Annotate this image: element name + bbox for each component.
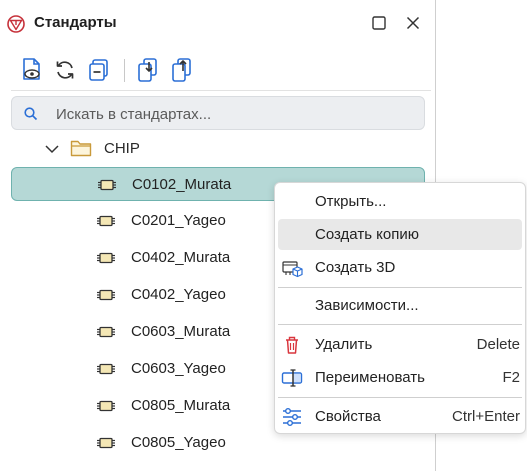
title-bar: Стандарты	[0, 0, 436, 46]
rename-icon	[281, 367, 303, 389]
menu-item-label: Зависимости...	[315, 297, 419, 314]
search-icon	[23, 106, 39, 127]
tree-item-label: C0805_Murata	[131, 397, 231, 414]
chevron-down-icon[interactable]	[44, 142, 60, 160]
menu-item-delete[interactable]: Удалить Delete	[278, 329, 522, 360]
app-logo-icon	[6, 14, 26, 34]
chip-icon	[96, 214, 116, 233]
collapse-all-icon	[89, 59, 108, 81]
properties-icon	[281, 406, 303, 428]
tree-item-label: C0402_Yageo	[131, 286, 226, 303]
close-button[interactable]	[402, 12, 424, 34]
toolbar-divider	[11, 90, 431, 91]
menu-item-rename[interactable]: Переименовать F2	[278, 362, 522, 393]
tree-item-label: C0603_Murata	[131, 323, 231, 340]
view-standard-button[interactable]	[19, 56, 45, 84]
tree-item-label: C0603_Yageo	[131, 360, 226, 377]
menu-item-shortcut: F2	[502, 369, 520, 386]
tree-item-label: C0402_Murata	[131, 249, 231, 266]
trash-icon	[281, 334, 303, 356]
chip-icon	[96, 288, 116, 307]
menu-item-properties[interactable]: Свойства Ctrl+Enter	[278, 401, 522, 432]
menu-separator	[278, 397, 522, 398]
folder-icon	[70, 139, 92, 162]
chip-icon	[96, 362, 116, 381]
maximize-icon	[372, 16, 386, 30]
maximize-button[interactable]	[368, 12, 390, 34]
panel-title: Стандарты	[34, 14, 117, 31]
collapse-all-button[interactable]	[86, 56, 112, 84]
menu-item-dependencies[interactable]: Зависимости...	[278, 290, 522, 321]
chip-icon	[96, 436, 116, 455]
chip-icon	[96, 399, 116, 418]
create-3d-icon	[281, 257, 303, 279]
tree-folder-chip[interactable]: CHIP	[0, 134, 436, 162]
menu-item-create-3d[interactable]: Создать 3D	[278, 252, 522, 283]
folder-label: CHIP	[104, 140, 140, 157]
chip-icon	[97, 178, 117, 197]
menu-item-label: Переименовать	[315, 369, 425, 386]
import-icon	[138, 58, 157, 82]
toolbar	[0, 56, 436, 86]
menu-item-label: Удалить	[315, 336, 373, 353]
search-input[interactable]	[54, 102, 418, 126]
chip-icon	[96, 325, 116, 344]
export-icon	[172, 58, 191, 82]
menu-item-label: Создать копию	[315, 226, 419, 243]
menu-item-label: Открыть...	[315, 193, 387, 210]
close-icon	[406, 16, 420, 30]
view-standard-icon	[23, 58, 40, 80]
menu-item-label: Создать 3D	[315, 259, 396, 276]
tree-item-label: C0102_Murata	[132, 176, 232, 193]
toolbar-separator	[124, 59, 125, 82]
import-button[interactable]	[135, 56, 161, 84]
search-box[interactable]	[11, 96, 425, 130]
menu-item-create-copy[interactable]: Создать копию	[278, 219, 522, 250]
menu-item-label: Свойства	[315, 408, 381, 425]
menu-separator	[278, 287, 522, 288]
context-menu: Открыть... Создать копию Создать 3D Зави…	[274, 182, 526, 434]
export-button[interactable]	[169, 56, 195, 84]
tree-item-label: C0805_Yageo	[131, 434, 226, 451]
menu-item-shortcut: Ctrl+Enter	[452, 408, 520, 425]
refresh-icon	[56, 61, 74, 79]
refresh-button[interactable]	[52, 56, 78, 84]
menu-item-shortcut: Delete	[476, 336, 520, 353]
chip-icon	[96, 251, 116, 270]
menu-separator	[278, 324, 522, 325]
tree-item-label: C0201_Yageo	[131, 212, 226, 229]
menu-item-open[interactable]: Открыть...	[278, 186, 522, 217]
